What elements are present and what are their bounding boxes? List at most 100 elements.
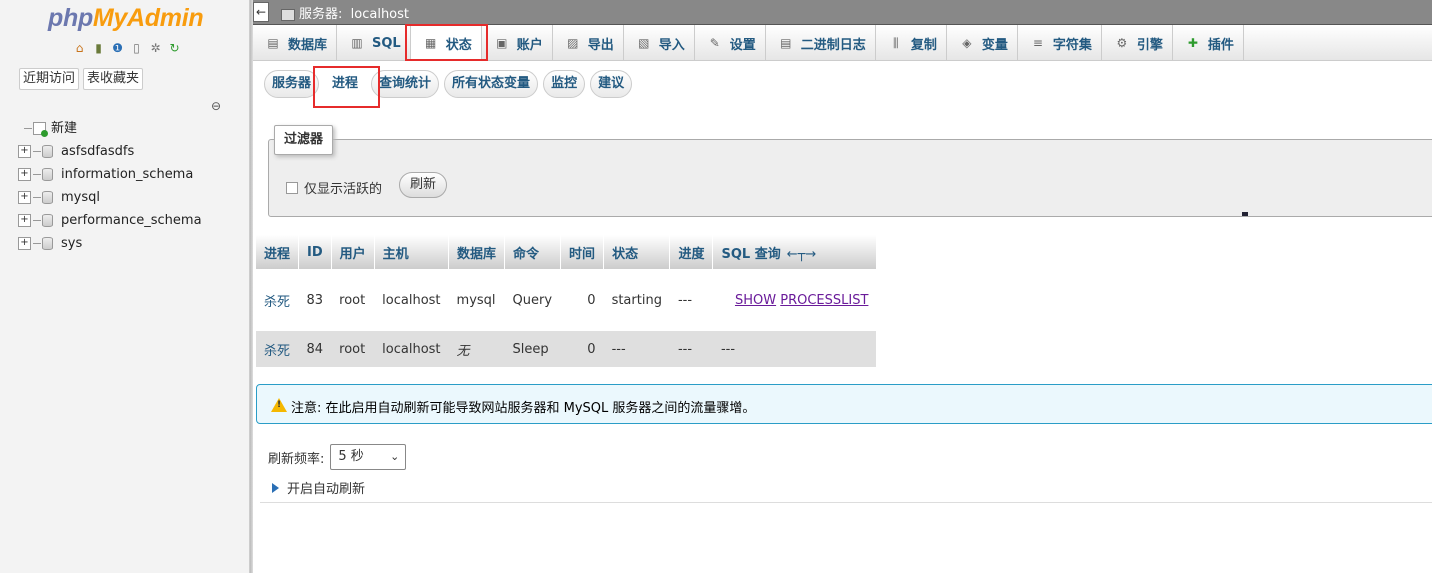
breadcrumb-server[interactable]: 服务器: localhost xyxy=(281,3,409,22)
tree-item-label[interactable]: mysql xyxy=(61,188,100,208)
refresh-rate-select[interactable]: 5 秒 ⌄ xyxy=(330,444,407,470)
tab-engines[interactable]: ⚙ 引擎 xyxy=(1102,25,1173,61)
reload-icon[interactable]: ↻ xyxy=(167,41,182,56)
cell-progress: --- xyxy=(669,331,713,367)
tree-item-label[interactable]: sys xyxy=(61,234,82,254)
col-host[interactable]: 主机 xyxy=(374,235,450,269)
col-database[interactable]: 数据库 xyxy=(448,235,506,269)
cell-progress: --- xyxy=(669,269,713,331)
collapse-sidebar-button[interactable]: ← xyxy=(253,2,269,22)
sidebar-resize-handle[interactable] xyxy=(250,0,253,573)
phpmyadmin-logo[interactable]: phpMyAdmin xyxy=(48,4,204,33)
cell-database: 无 xyxy=(448,331,505,367)
auto-refresh-label[interactable]: 开启自动刷新 xyxy=(287,478,365,497)
engine-icon: ⚙ xyxy=(1116,36,1128,50)
tree-item-db-0[interactable]: + asfsdfasdfs xyxy=(18,140,202,163)
tree-connector xyxy=(33,174,41,175)
expand-icon[interactable]: + xyxy=(18,145,31,158)
subtab-query-stats[interactable]: 查询统计 xyxy=(371,70,440,98)
col-time[interactable]: 时间 xyxy=(560,235,605,269)
database-icon xyxy=(42,214,53,227)
sql-link-show[interactable]: SHOW xyxy=(735,293,776,308)
settings-icon[interactable]: ✲ xyxy=(148,41,163,56)
subtab-monitor[interactable]: 监控 xyxy=(543,70,586,98)
process-table: 进程 ID 用户 主机 数据库 命令 时间 状态 进度 SQL 查询 ←┬→ 杀死… xyxy=(256,235,877,367)
tab-charsets[interactable]: ≡ 字符集 xyxy=(1018,25,1102,61)
notice-box: ! 注意: 在此启用自动刷新可能导致网站服务器和 MySQL 服务器之间的流量骤… xyxy=(256,384,1432,424)
docs-icon[interactable]: ▯ xyxy=(129,41,144,56)
tree-item-db-1[interactable]: + information_schema xyxy=(18,163,202,186)
database-icon xyxy=(42,191,53,204)
notice-text: 注意: 在此启用自动刷新可能导致网站服务器和 MySQL 服务器之间的流量骤增。 xyxy=(291,401,756,416)
tab-label: 导出 xyxy=(587,37,614,53)
col-state[interactable]: 状态 xyxy=(603,235,671,269)
tab-import[interactable]: ▧ 导入 xyxy=(624,25,695,61)
subtab-all-status-vars[interactable]: 所有状态变量 xyxy=(444,70,539,98)
database-tree: 新建 + asfsdfasdfs + information_schema + … xyxy=(18,117,202,255)
subtab-advisor[interactable]: 建议 xyxy=(590,70,633,98)
cell-host: localhost xyxy=(374,331,449,367)
auto-refresh-toggle[interactable]: 开启自动刷新 xyxy=(272,478,365,497)
tab-label: 插件 xyxy=(1207,37,1234,53)
subtab-server[interactable]: 服务器 xyxy=(264,70,320,98)
sql-link-processlist[interactable]: PROCESSLIST xyxy=(780,293,868,308)
charset-icon: ≡ xyxy=(1032,36,1043,50)
recent-button[interactable]: 近期访问 xyxy=(19,68,80,90)
tab-databases[interactable]: ▤ 数据库 xyxy=(253,25,338,61)
breadcrumb-prefix: 服务器: xyxy=(299,7,343,22)
tab-binlog[interactable]: ▤ 二进制日志 xyxy=(766,25,876,61)
tab-sql[interactable]: ▥ SQL xyxy=(337,25,411,61)
cell-time: 0 xyxy=(560,269,604,331)
tree-connector xyxy=(33,197,41,198)
import-icon: ▧ xyxy=(638,36,650,50)
tab-label: 字符集 xyxy=(1052,37,1092,53)
refresh-rate-row: 刷新频率: 5 秒 ⌄ xyxy=(268,444,407,470)
expand-icon[interactable]: + xyxy=(18,237,31,250)
home-icon[interactable]: ⌂ xyxy=(72,41,87,56)
tab-plugins[interactable]: ✚ 插件 xyxy=(1173,25,1244,61)
expand-icon[interactable]: + xyxy=(18,214,31,227)
active-only-checkbox[interactable] xyxy=(286,181,298,194)
col-command[interactable]: 命令 xyxy=(504,235,562,269)
tree-item-label[interactable]: asfsdfasdfs xyxy=(61,142,134,162)
favorites-button[interactable]: 表收藏夹 xyxy=(83,68,144,90)
expand-icon[interactable]: + xyxy=(18,168,31,181)
tab-accounts[interactable]: ▣ 账户 xyxy=(482,25,553,61)
tree-item-label[interactable]: information_schema xyxy=(61,165,193,185)
tab-replication[interactable]: ⫼ 复制 xyxy=(876,25,947,61)
breadcrumb-server-name[interactable]: localhost xyxy=(351,7,409,22)
tree-item-new[interactable]: 新建 xyxy=(18,117,202,140)
export-icon: ▨ xyxy=(567,36,579,50)
tab-variables[interactable]: ◈ 变量 xyxy=(947,25,1018,61)
col-sql-query[interactable]: SQL 查询 ←┬→ xyxy=(712,235,877,269)
col-user[interactable]: 用户 xyxy=(331,235,375,269)
col-progress[interactable]: 进度 xyxy=(669,235,714,269)
expand-icon[interactable]: + xyxy=(18,191,31,204)
tree-item-db-2[interactable]: + mysql xyxy=(18,186,202,209)
tab-export[interactable]: ▨ 导出 xyxy=(553,25,624,61)
tab-settings[interactable]: ✎ 设置 xyxy=(695,25,766,61)
refresh-button[interactable]: 刷新 xyxy=(399,172,448,198)
cell-user: root xyxy=(331,331,375,367)
col-sql-label: SQL 查询 xyxy=(721,246,781,262)
active-only-label[interactable]: 仅显示活跃的 xyxy=(304,178,382,197)
col-id[interactable]: ID xyxy=(298,235,332,269)
help-icon[interactable]: ❶ xyxy=(110,41,125,56)
tree-item-label[interactable]: performance_schema xyxy=(61,211,202,231)
tab-label: 复制 xyxy=(910,37,937,53)
variables-icon: ◈ xyxy=(962,36,972,50)
filter-legend: 过滤器 xyxy=(274,125,334,155)
tree-item-db-3[interactable]: + performance_schema xyxy=(18,209,202,232)
accounts-icon: ▣ xyxy=(496,36,508,50)
column-resize-arrows-icon[interactable]: ←┬→ xyxy=(787,247,817,262)
cell-sql-query: SHOW PROCESSLIST xyxy=(712,269,877,331)
cell-time: 0 xyxy=(560,331,604,367)
kill-link[interactable]: 杀死 xyxy=(256,269,299,331)
kill-link[interactable]: 杀死 xyxy=(256,331,299,367)
tree-item-db-4[interactable]: + sys xyxy=(18,232,202,255)
active-only-checkbox-row[interactable]: 仅显示活跃的 xyxy=(286,178,382,197)
table-row: 杀死 84 root localhost 无 Sleep 0 --- --- -… xyxy=(256,331,877,367)
logout-icon[interactable]: ▮ xyxy=(91,41,106,56)
link-with-main-icon[interactable]: ⊖ xyxy=(211,99,221,113)
logo-php-text: php xyxy=(48,4,93,32)
